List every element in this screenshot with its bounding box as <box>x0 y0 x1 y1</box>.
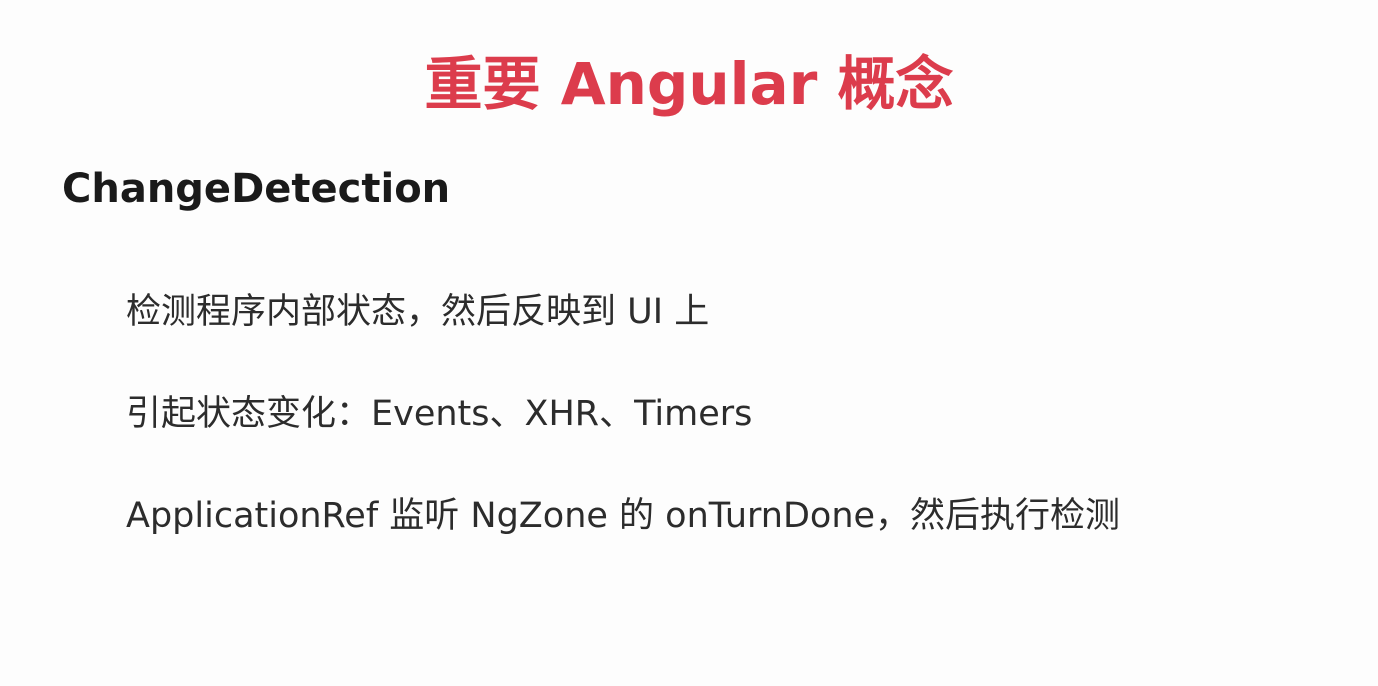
slide: 重要 Angular 概念 ChangeDetection 检测程序内部状态，然… <box>0 0 1378 686</box>
slide-title: 重要 Angular 概念 <box>424 50 954 118</box>
bullet-point-2: 引起状态变化：Events、XHR、Timers <box>126 394 753 434</box>
bullet-point-1: 检测程序内部状态，然后反映到 UI 上 <box>126 292 710 332</box>
bullet-point-3: ApplicationRef 监听 NgZone 的 onTurnDone，然后… <box>126 496 1121 536</box>
bullet-list: 检测程序内部状态，然后反映到 UI 上 引起状态变化：Events、XHR、Ti… <box>126 282 1120 546</box>
slide-subtitle: ChangeDetection <box>62 166 451 212</box>
